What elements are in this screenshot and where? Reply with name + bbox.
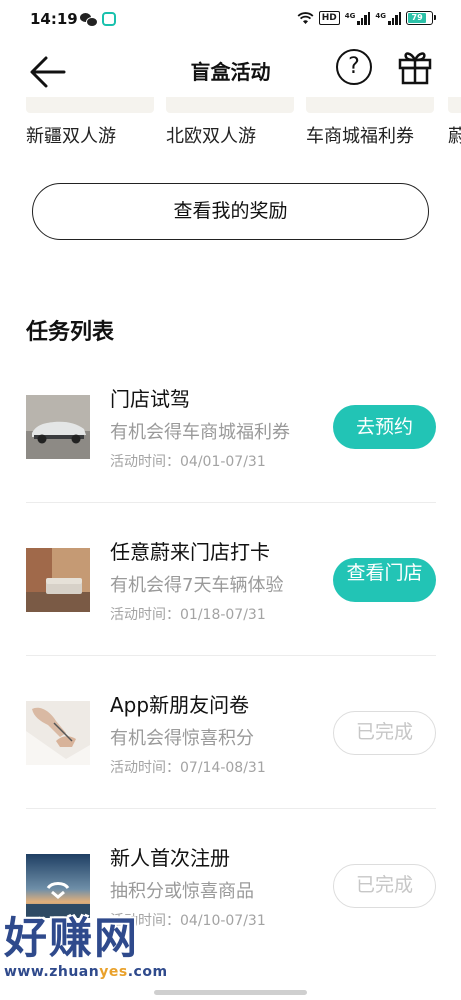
question-circle-icon: ? [348, 54, 360, 79]
reward-label: 新疆双人游 [26, 126, 116, 147]
watermark-logo: 好赚网 [4, 914, 139, 964]
task-image [26, 395, 90, 459]
reward-label: 车商城福利券 [306, 126, 414, 147]
task-row[interactable]: 任意蔚来门店打卡 有机会得7天车辆体验 活动时间：01/18-07/31 查看门… [26, 503, 436, 656]
task-title: 新人首次注册 [110, 846, 230, 870]
status-bar: 14:19 HD 4G 4G 79 [0, 0, 461, 40]
signal-icon: 4G [375, 11, 401, 25]
reward-image [306, 97, 434, 113]
task-description: 抽积分或惊喜商品 [110, 881, 254, 902]
task-row[interactable]: App新朋友问卷 有机会得惊喜积分 活动时间：07/14-08/31 已完成 [26, 656, 436, 809]
signal-icon: 4G [345, 11, 371, 25]
task-title: 门店试驾 [110, 387, 190, 411]
help-button[interactable]: ? [336, 49, 372, 85]
app-notification-icon [102, 12, 116, 26]
wifi-icon [297, 11, 314, 24]
reward-carousel[interactable]: 新疆双人游 北欧双人游 车商城福利券 蔚 [0, 97, 461, 157]
reward-image [166, 97, 294, 113]
task-time: 活动时间：01/18-07/31 [110, 607, 266, 623]
reward-image [448, 97, 461, 113]
gift-button[interactable] [396, 48, 434, 86]
reward-card[interactable]: 蔚 [448, 97, 461, 157]
task-image [26, 548, 90, 612]
task-time: 活动时间：07/14-08/31 [110, 760, 266, 776]
task-description: 有机会得惊喜积分 [110, 728, 254, 749]
view-my-rewards-button[interactable]: 查看我的奖励 [32, 183, 429, 240]
status-time: 14:19 [30, 10, 78, 28]
top-bar: 盲盒活动 ? [0, 40, 461, 102]
task-list: 门店试驾 有机会得车商城福利券 活动时间：04/01-07/31 去预约 任意蔚… [26, 350, 436, 962]
task-image [26, 854, 90, 918]
book-test-drive-button[interactable]: 去预约 [333, 405, 436, 449]
task-row[interactable]: 门店试驾 有机会得车商城福利券 活动时间：04/01-07/31 去预约 [26, 350, 436, 503]
completed-button[interactable]: 已完成 [333, 864, 436, 908]
task-time: 活动时间：04/01-07/31 [110, 454, 266, 470]
task-title: 任意蔚来门店打卡 [110, 540, 270, 564]
home-indicator[interactable] [154, 990, 307, 995]
reward-card[interactable]: 北欧双人游 [166, 97, 294, 157]
view-stores-button[interactable]: 查看门店 [333, 558, 436, 602]
gift-icon [398, 52, 432, 85]
task-description: 有机会得车商城福利券 [110, 422, 290, 443]
completed-button[interactable]: 已完成 [333, 711, 436, 755]
hd-badge: HD [318, 11, 340, 25]
watermark: 好赚网 www.zhuanyes.com [4, 914, 204, 994]
task-image [26, 701, 90, 765]
reward-card[interactable]: 新疆双人游 [26, 97, 154, 157]
reward-label: 北欧双人游 [166, 126, 256, 147]
task-title: App新朋友问卷 [110, 693, 250, 717]
battery-icon: 79 [406, 11, 436, 25]
watermark-url: www.zhuanyes.com [4, 964, 168, 980]
wechat-notification-icon [80, 12, 98, 27]
task-description: 有机会得7天车辆体验 [110, 575, 284, 596]
reward-card[interactable]: 车商城福利券 [306, 97, 434, 157]
page-title: 盲盒活动 [190, 60, 271, 84]
reward-label: 蔚 [448, 126, 461, 147]
reward-image [26, 97, 154, 113]
section-title: 任务列表 [26, 320, 115, 345]
